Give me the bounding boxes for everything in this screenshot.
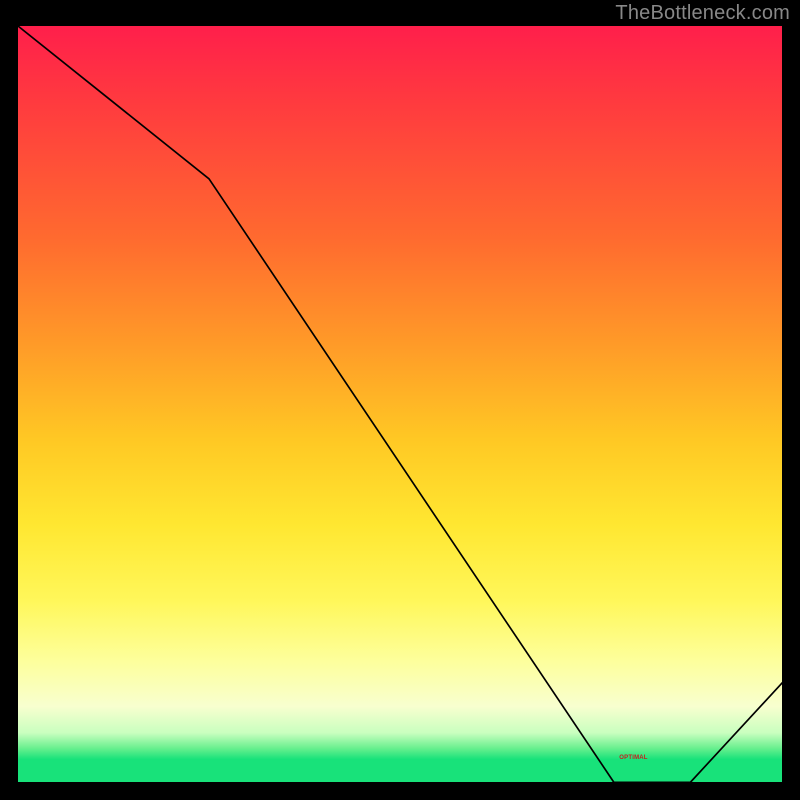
bottleneck-curve — [18, 26, 782, 790]
plot-area: OPTIMAL — [18, 26, 782, 782]
attribution-text: TheBottleneck.com — [615, 2, 790, 25]
optimal-label: OPTIMAL — [619, 755, 647, 761]
chart-frame: TheBottleneck.com OPTIMAL — [0, 0, 800, 800]
